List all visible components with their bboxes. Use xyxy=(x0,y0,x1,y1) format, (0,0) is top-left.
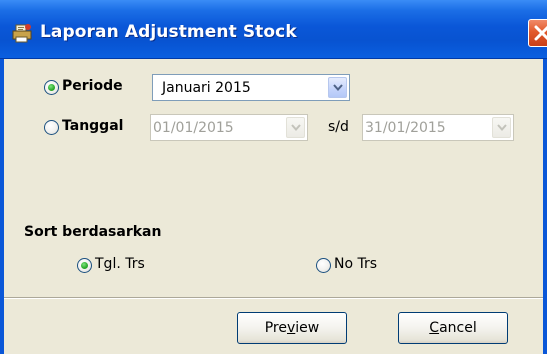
tanggal-to-dropdown-button[interactable] xyxy=(492,117,511,138)
chevron-down-icon xyxy=(333,84,343,92)
chevron-down-icon xyxy=(497,124,507,132)
tanggal-label[interactable]: Tanggal xyxy=(62,118,123,134)
tanggal-from-value: 01/01/2015 xyxy=(153,120,234,136)
printer-report-icon xyxy=(12,24,32,43)
tanggal-radio[interactable] xyxy=(44,120,59,135)
sort-tgl-trs-radio[interactable] xyxy=(77,258,92,273)
window-frame-right xyxy=(543,59,547,354)
periode-select[interactable]: Januari 2015 xyxy=(152,74,350,101)
close-button[interactable] xyxy=(528,19,547,47)
periode-dropdown-button[interactable] xyxy=(328,77,347,98)
cancel-label-post: ancel xyxy=(439,320,477,336)
sort-no-trs-label[interactable]: No Trs xyxy=(334,256,377,272)
periode-select-value: Januari 2015 xyxy=(162,80,251,96)
periode-label[interactable]: Periode xyxy=(62,78,123,94)
cancel-label-accel: C xyxy=(429,320,440,336)
sort-tgl-trs-label[interactable]: Tgl. Trs xyxy=(95,256,145,272)
tanggal-from-date[interactable]: 01/01/2015 xyxy=(150,114,308,141)
sort-heading: Sort berdasarkan xyxy=(24,224,162,240)
close-icon xyxy=(534,25,547,41)
tanggal-to-value: 31/01/2015 xyxy=(365,120,446,136)
tanggal-to-date[interactable]: 31/01/2015 xyxy=(362,114,514,141)
preview-label-post: iew xyxy=(295,320,320,336)
sort-no-trs-radio[interactable] xyxy=(316,258,331,273)
cancel-button[interactable]: Cancel xyxy=(398,312,508,344)
dialog-body xyxy=(0,59,547,354)
chevron-down-icon xyxy=(291,124,301,132)
report-dialog: Laporan Adjustment Stock Periode Januari… xyxy=(0,0,547,354)
preview-label-pre: Pre xyxy=(264,320,287,336)
title-bar[interactable]: Laporan Adjustment Stock xyxy=(0,0,547,59)
periode-radio[interactable] xyxy=(44,80,59,95)
date-range-separator: s/d xyxy=(328,119,349,135)
tanggal-from-dropdown-button[interactable] xyxy=(286,117,305,138)
button-separator xyxy=(4,297,543,299)
window-frame-left xyxy=(0,59,4,354)
window-title: Laporan Adjustment Stock xyxy=(40,22,297,42)
preview-button[interactable]: Preview xyxy=(237,312,347,344)
